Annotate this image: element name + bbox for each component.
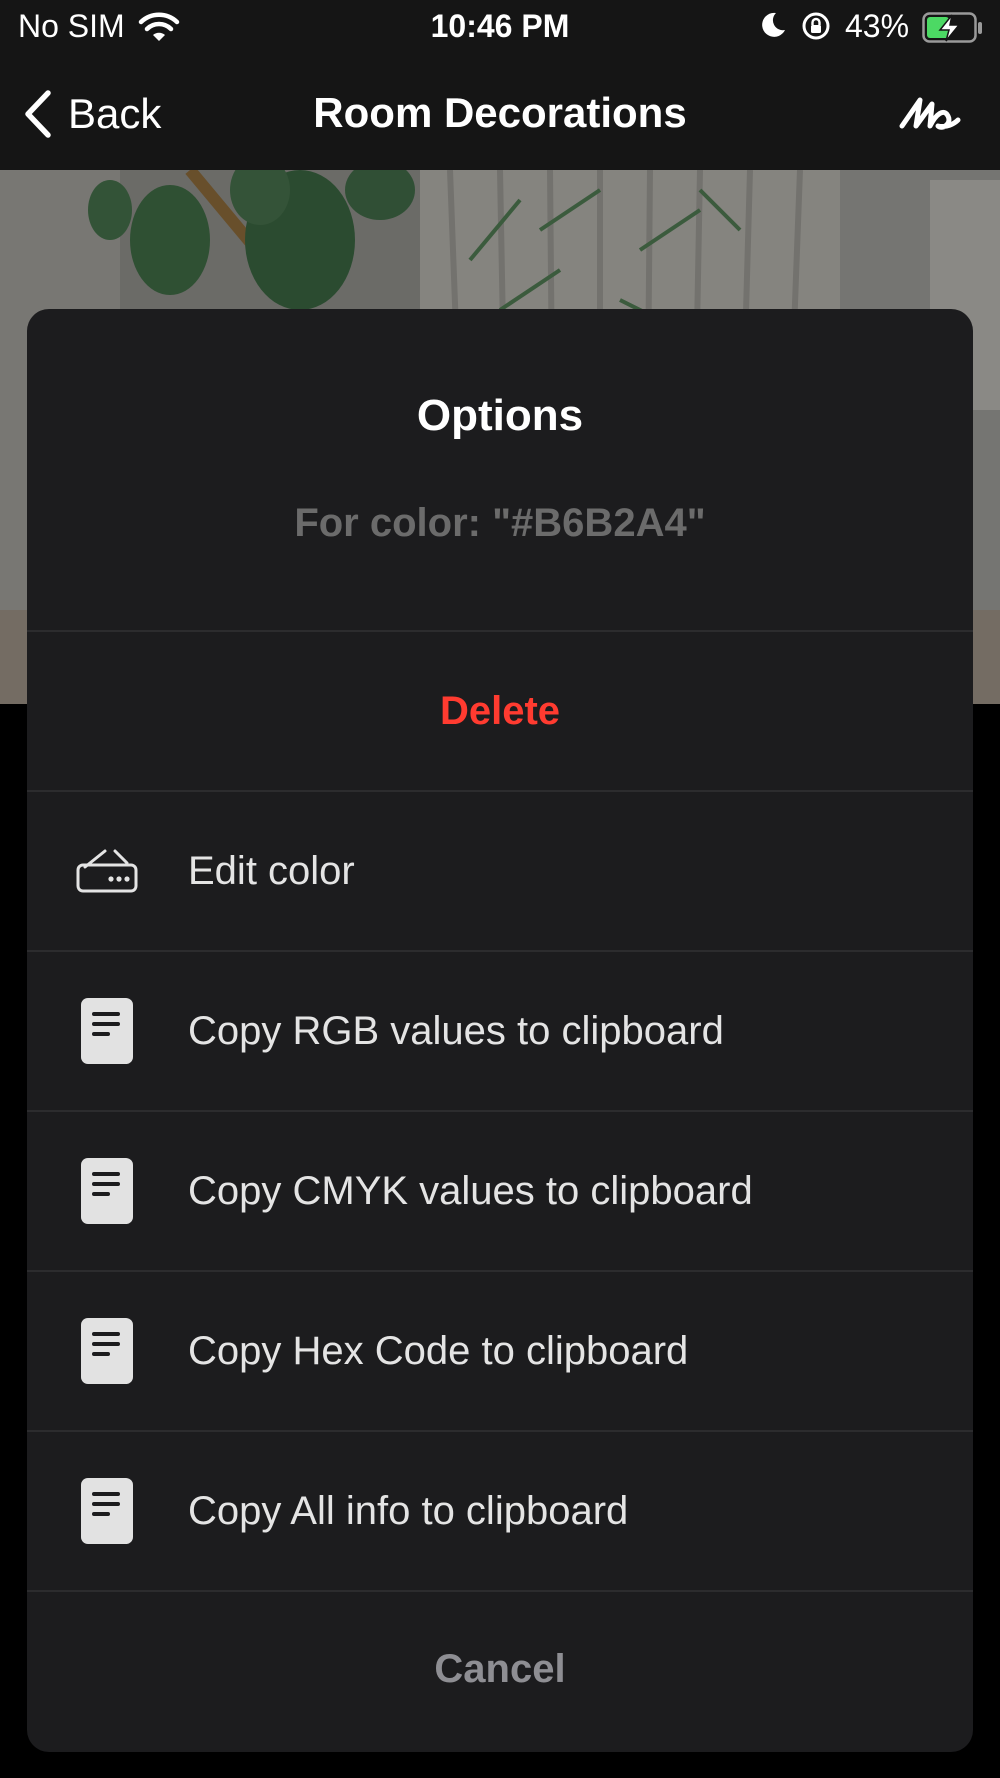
battery-charging-icon — [922, 12, 982, 43]
copy-all-info-button[interactable]: Copy All info to clipboard — [27, 1432, 973, 1592]
cancel-label: Cancel — [434, 1647, 566, 1691]
delete-label: Delete — [439, 688, 561, 733]
edit-color-icon — [75, 836, 139, 906]
document-icon — [75, 1316, 139, 1386]
edit-color-label: Edit color — [188, 848, 355, 893]
signature-icon[interactable] — [898, 86, 962, 142]
cancel-button[interactable]: Cancel — [27, 1592, 973, 1747]
sheet-header: Options For color: "#B6B2A4" — [27, 309, 973, 632]
copy-rgb-button[interactable]: Copy RGB values to clipboard — [27, 952, 973, 1112]
moon-icon — [762, 12, 785, 37]
options-action-sheet: Options For color: "#B6B2A4" Delete Edit… — [27, 309, 973, 1752]
copy-rgb-label: Copy RGB values to clipboard — [188, 1008, 724, 1053]
document-icon — [75, 1156, 139, 1226]
page-title: Room Decorations — [313, 89, 687, 136]
copy-hex-button[interactable]: Copy Hex Code to clipboard — [27, 1272, 973, 1432]
copy-hex-label: Copy Hex Code to clipboard — [188, 1328, 689, 1373]
document-icon — [75, 996, 139, 1066]
copy-cmyk-label: Copy CMYK values to clipboard — [188, 1168, 753, 1213]
sheet-title: Options — [416, 391, 584, 440]
screen: No SIM 10:46 PM 43% Back Room Decoration… — [0, 0, 1000, 1778]
rotation-lock-icon — [802, 12, 830, 40]
copy-all-info-label: Copy All info to clipboard — [188, 1488, 629, 1533]
status-bar: No SIM 10:46 PM 43% — [0, 0, 1000, 56]
edit-color-button[interactable]: Edit color — [27, 792, 973, 952]
battery-percent: 43% — [845, 8, 910, 44]
copy-cmyk-button[interactable]: Copy CMYK values to clipboard — [27, 1112, 973, 1272]
sheet-subtitle: For color: "#B6B2A4" — [294, 501, 706, 545]
delete-button[interactable]: Delete — [27, 632, 973, 792]
navigation-bar: Back Room Decorations — [0, 56, 1000, 170]
document-icon — [75, 1476, 139, 1546]
